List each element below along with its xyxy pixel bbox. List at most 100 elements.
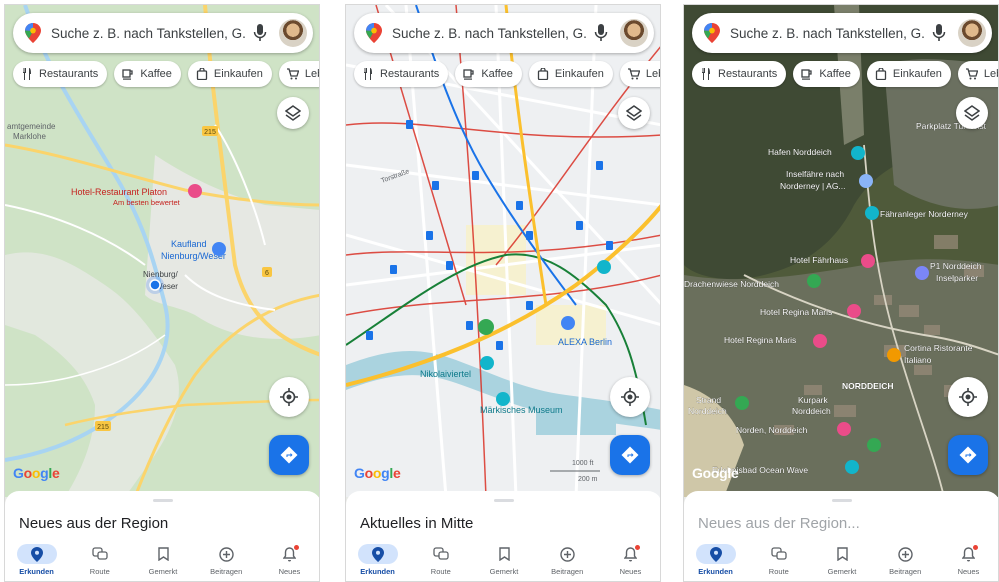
directions-icon [621,446,639,464]
nav-updates[interactable]: Neues [258,541,319,581]
svg-text:215: 215 [97,424,109,431]
chip-coffee[interactable]: Kaffee [793,61,860,87]
chip-coffee[interactable]: Kaffee [455,61,522,87]
pool-icon[interactable] [845,460,859,474]
chip-restaurants[interactable]: Restaurants [13,61,108,87]
search-input[interactable]: Suche z. B. nach Tankstellen, G... [51,26,247,41]
nav-saved[interactable]: Gemerkt [810,541,873,581]
layers-button[interactable] [618,97,650,129]
attraction-icon[interactable] [597,260,611,274]
microphone-icon[interactable] [594,24,608,42]
attraction-icon[interactable] [480,356,494,370]
chip-restaurants[interactable]: Restaurants [692,61,787,87]
avatar[interactable] [620,19,648,47]
chip-coffee[interactable]: Kaffee [114,61,181,87]
svg-text:Marklohe: Marklohe [13,132,46,141]
crosshair-icon [959,388,977,406]
hotel-icon[interactable] [188,184,202,198]
shopping-icon[interactable] [561,316,575,330]
nav-commute[interactable]: Route [68,541,131,581]
search-input[interactable]: Suche z. B. nach Tankstellen, G... [392,26,588,41]
google-logo: Google [692,465,739,481]
drag-handle[interactable] [153,499,173,502]
park-icon[interactable] [478,319,494,335]
bottom-sheet[interactable]: Aktuelles in Mitte [346,491,660,541]
my-location-button[interactable] [269,377,309,417]
commute-icon [771,547,787,560]
bottom-sheet[interactable]: Neues aus der Region... [684,491,998,541]
nav-explore[interactable]: Erkunden [5,541,68,581]
drag-handle[interactable] [832,499,852,502]
hotel-icon[interactable] [813,334,827,348]
park-icon[interactable] [807,274,821,288]
svg-text:6: 6 [265,270,269,277]
pin-icon [709,546,722,562]
coffee-icon [801,69,812,80]
attraction-icon[interactable] [851,146,865,160]
parking-icon[interactable] [915,266,929,280]
microphone-icon[interactable] [932,24,946,42]
nav-explore[interactable]: Erkunden [346,541,409,581]
nav-contribute[interactable]: Beitragen [536,541,599,581]
restaurant-icon[interactable] [887,348,901,362]
bottom-sheet[interactable]: Neues aus der Region [5,491,319,541]
layers-button[interactable] [277,97,309,129]
cart-icon [286,68,299,80]
layers-icon [285,105,301,121]
avatar[interactable] [958,19,986,47]
directions-button[interactable] [948,435,988,475]
search-bar[interactable]: Suche z. B. nach Tankstellen, G... [692,13,992,53]
my-location-button[interactable] [610,377,650,417]
chip-shopping[interactable]: Einkaufen [528,61,613,87]
park-icon[interactable] [867,438,881,452]
add-circle-icon [560,546,575,562]
chip-shopping[interactable]: Einkaufen [187,61,272,87]
svg-text:Hafen Norddeich: Hafen Norddeich [768,147,832,157]
directions-button[interactable] [269,435,309,475]
my-location-dot [149,279,161,291]
hotel-icon[interactable] [861,254,875,268]
ferry-terminal-icon[interactable] [865,206,879,220]
museum-icon[interactable] [496,392,510,406]
avatar[interactable] [279,19,307,47]
ferry-icon[interactable] [859,174,873,188]
svg-text:P1 Norddeich: P1 Norddeich [930,261,982,271]
chip-restaurants[interactable]: Restaurants [354,61,449,87]
chip-groceries[interactable]: Leb [957,61,998,87]
nav-commute[interactable]: Route [409,541,472,581]
bookmark-icon [836,547,848,561]
hotel-icon[interactable] [847,304,861,318]
svg-text:215: 215 [204,129,216,136]
nav-updates[interactable]: Neues [599,541,660,581]
layers-button[interactable] [956,97,988,129]
pin-icon [371,546,384,562]
search-input[interactable]: Suche z. B. nach Tankstellen, G... [730,26,926,41]
directions-button[interactable] [610,435,650,475]
search-bar[interactable]: Suche z. B. nach Tankstellen, G... [354,13,654,53]
nav-updates[interactable]: Neues [937,541,998,581]
svg-text:Norden, Norddeich: Norden, Norddeich [736,425,808,435]
nav-contribute[interactable]: Beitragen [874,541,937,581]
chip-groceries[interactable]: Leb [619,61,660,87]
microphone-icon[interactable] [253,24,267,42]
chip-groceries[interactable]: Leb [278,61,319,87]
shopping-bag-icon [875,68,887,80]
maps-pin-icon [704,23,720,43]
nav-explore[interactable]: Erkunden [684,541,747,581]
drag-handle[interactable] [494,499,514,502]
nav-saved[interactable]: Gemerkt [131,541,194,581]
nav-contribute[interactable]: Beitragen [195,541,258,581]
beach-icon[interactable] [735,396,749,410]
my-location-button[interactable] [948,377,988,417]
commute-icon [433,547,449,560]
hotel-icon[interactable] [837,422,851,436]
chip-shopping[interactable]: Einkaufen [866,61,951,87]
nav-commute[interactable]: Route [747,541,810,581]
svg-text:Nienburg/: Nienburg/ [143,270,178,279]
notification-dot [293,545,299,550]
nav-saved[interactable]: Gemerkt [472,541,535,581]
shopping-icon[interactable] [212,242,226,256]
add-circle-icon [898,546,913,562]
fork-knife-icon [364,68,372,80]
search-bar[interactable]: Suche z. B. nach Tankstellen, G... [13,13,313,53]
